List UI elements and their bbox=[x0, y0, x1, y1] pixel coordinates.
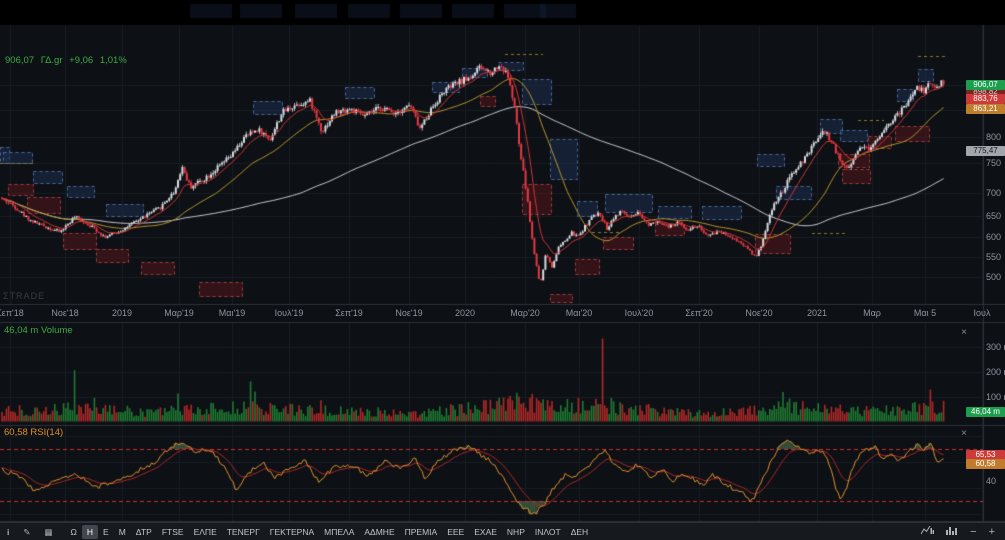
chart-style-icon[interactable] bbox=[915, 525, 940, 539]
ticker-button-2[interactable]: FTSE bbox=[157, 525, 189, 539]
price-tick-label: 550 bbox=[986, 252, 1001, 262]
interval-omega-button[interactable]: Ω bbox=[66, 525, 82, 539]
price-tick-label: 800 bbox=[986, 132, 1001, 142]
platform-watermark: ΣTRADE bbox=[3, 291, 45, 301]
ticker-button-10[interactable]: ΕΧΑΕ bbox=[469, 525, 502, 539]
legend-symbol: ΓΔ.gr bbox=[41, 55, 63, 66]
legend-change-pct: 1,01% bbox=[100, 55, 127, 66]
time-tick-label: Μαι'19 bbox=[219, 308, 245, 318]
rsi-pane-close-button[interactable]: × bbox=[958, 428, 970, 440]
time-tick-label: Μαι 5 bbox=[914, 308, 936, 318]
interval-week-button[interactable]: Ε bbox=[98, 525, 114, 539]
ticker-button-8[interactable]: ΠΡΕΜΙΑ bbox=[400, 525, 443, 539]
price-axis-badge: 775,47 bbox=[966, 146, 1005, 156]
time-tick-label: Νοε'18 bbox=[51, 308, 78, 318]
ticker-button-9[interactable]: ΕΕΕ bbox=[442, 525, 469, 539]
time-tick-label: 2020 bbox=[455, 308, 475, 318]
time-tick-label: Σεπ'18 bbox=[0, 308, 24, 318]
volume-tick-label: 200 m bbox=[986, 367, 1005, 377]
time-tick-label: Μαρ bbox=[863, 308, 881, 318]
ticker-button-4[interactable]: ΤΕΝΕΡΓ bbox=[222, 525, 265, 539]
time-tick-label: Μαι'20 bbox=[566, 308, 592, 318]
zoom-out-button[interactable]: − bbox=[964, 525, 982, 539]
ticker-button-7[interactable]: ΑΔΜΗΕ bbox=[359, 525, 399, 539]
time-tick-label: Σεπ'19 bbox=[335, 308, 363, 318]
rsi-axis-badge: 60,58 bbox=[966, 459, 1005, 469]
price-tick-label: 600 bbox=[986, 232, 1001, 242]
time-tick-label: 2019 bbox=[112, 308, 132, 318]
ticker-button-1[interactable]: ΔΤΡ bbox=[131, 525, 157, 539]
bottom-toolbar: i✎▦ ΩΗΕΜΔΤΡFTSEΕΛΠΕΤΕΝΕΡΓΓΕΚΤΕΡΝΑΜΠΕΛΑΑΔΜ… bbox=[0, 522, 1005, 540]
legend-change: +9,06 bbox=[69, 55, 93, 66]
price-tick-label: 650 bbox=[986, 211, 1001, 221]
draw-icon[interactable]: ✎ bbox=[16, 525, 37, 539]
ticker-button-11[interactable]: ΝΗΡ bbox=[502, 525, 530, 539]
info-icon[interactable]: i bbox=[0, 525, 16, 539]
price-tick-label: 750 bbox=[986, 158, 1001, 168]
ticker-button-13[interactable]: ΔΕΗ bbox=[566, 525, 594, 539]
time-tick-label: Σεπ'20 bbox=[685, 308, 713, 318]
time-tick-label: Μαρ'20 bbox=[510, 308, 540, 318]
time-tick-label: Ιουλ'20 bbox=[625, 308, 654, 318]
time-tick-label: Νοε'20 bbox=[745, 308, 772, 318]
price-axis-badge: 863,21 bbox=[966, 104, 1005, 114]
price-axis-badge: 883,76 bbox=[966, 94, 1005, 104]
volume-tick-label: 100 m bbox=[986, 392, 1005, 402]
volume-histogram-icon[interactable] bbox=[940, 525, 964, 539]
toolbar-left-group: i✎▦ ΩΗΕΜΔΤΡFTSEΕΛΠΕΤΕΝΕΡΓΓΕΚΤΕΡΝΑΜΠΕΛΑΑΔΜ… bbox=[0, 525, 593, 539]
volume-legend: 46,04 m Volume bbox=[4, 325, 73, 336]
legend-price: 906,07 bbox=[5, 55, 34, 66]
time-tick-label: 2021 bbox=[807, 308, 827, 318]
volume-pane-close-button[interactable]: × bbox=[958, 327, 970, 339]
ticker-button-3[interactable]: ΕΛΠΕ bbox=[189, 525, 222, 539]
rsi-legend: 60,58 RSI(14) bbox=[4, 427, 63, 438]
volume-tick-label: 300 m bbox=[986, 342, 1005, 352]
ticker-button-12[interactable]: ΙΝΛΟΤ bbox=[530, 525, 566, 539]
interval-day-button[interactable]: Η bbox=[82, 525, 98, 539]
table-icon[interactable]: ▦ bbox=[38, 525, 60, 539]
volume-axis-badge: 46,04 m bbox=[966, 407, 1005, 417]
trading-chart-app: 906,07 ΓΔ.gr +9,06 1,01% ΣTRADE 46,04 m … bbox=[0, 0, 1005, 540]
toolbar-right-group: − + bbox=[915, 525, 1001, 539]
ticker-button-5[interactable]: ΓΕΚΤΕΡΝΑ bbox=[265, 525, 319, 539]
time-tick-label: Νοε'19 bbox=[395, 308, 422, 318]
time-tick-label: Ιουλ bbox=[974, 308, 991, 318]
price-tick-label: 500 bbox=[986, 272, 1001, 282]
chart-canvas[interactable] bbox=[0, 0, 1005, 522]
symbol-legend: 906,07 ΓΔ.gr +9,06 1,01% bbox=[5, 55, 131, 66]
time-tick-label: Μαρ'19 bbox=[164, 308, 194, 318]
interval-month-button[interactable]: Μ bbox=[114, 525, 131, 539]
price-axis-badge: 906,07 bbox=[966, 80, 1005, 90]
rsi-tick-label: 40 bbox=[986, 476, 996, 486]
time-tick-label: Ιουλ'19 bbox=[275, 308, 304, 318]
ticker-button-6[interactable]: ΜΠΕΛΑ bbox=[319, 525, 359, 539]
zoom-in-button[interactable]: + bbox=[983, 525, 1001, 539]
price-tick-label: 700 bbox=[986, 188, 1001, 198]
